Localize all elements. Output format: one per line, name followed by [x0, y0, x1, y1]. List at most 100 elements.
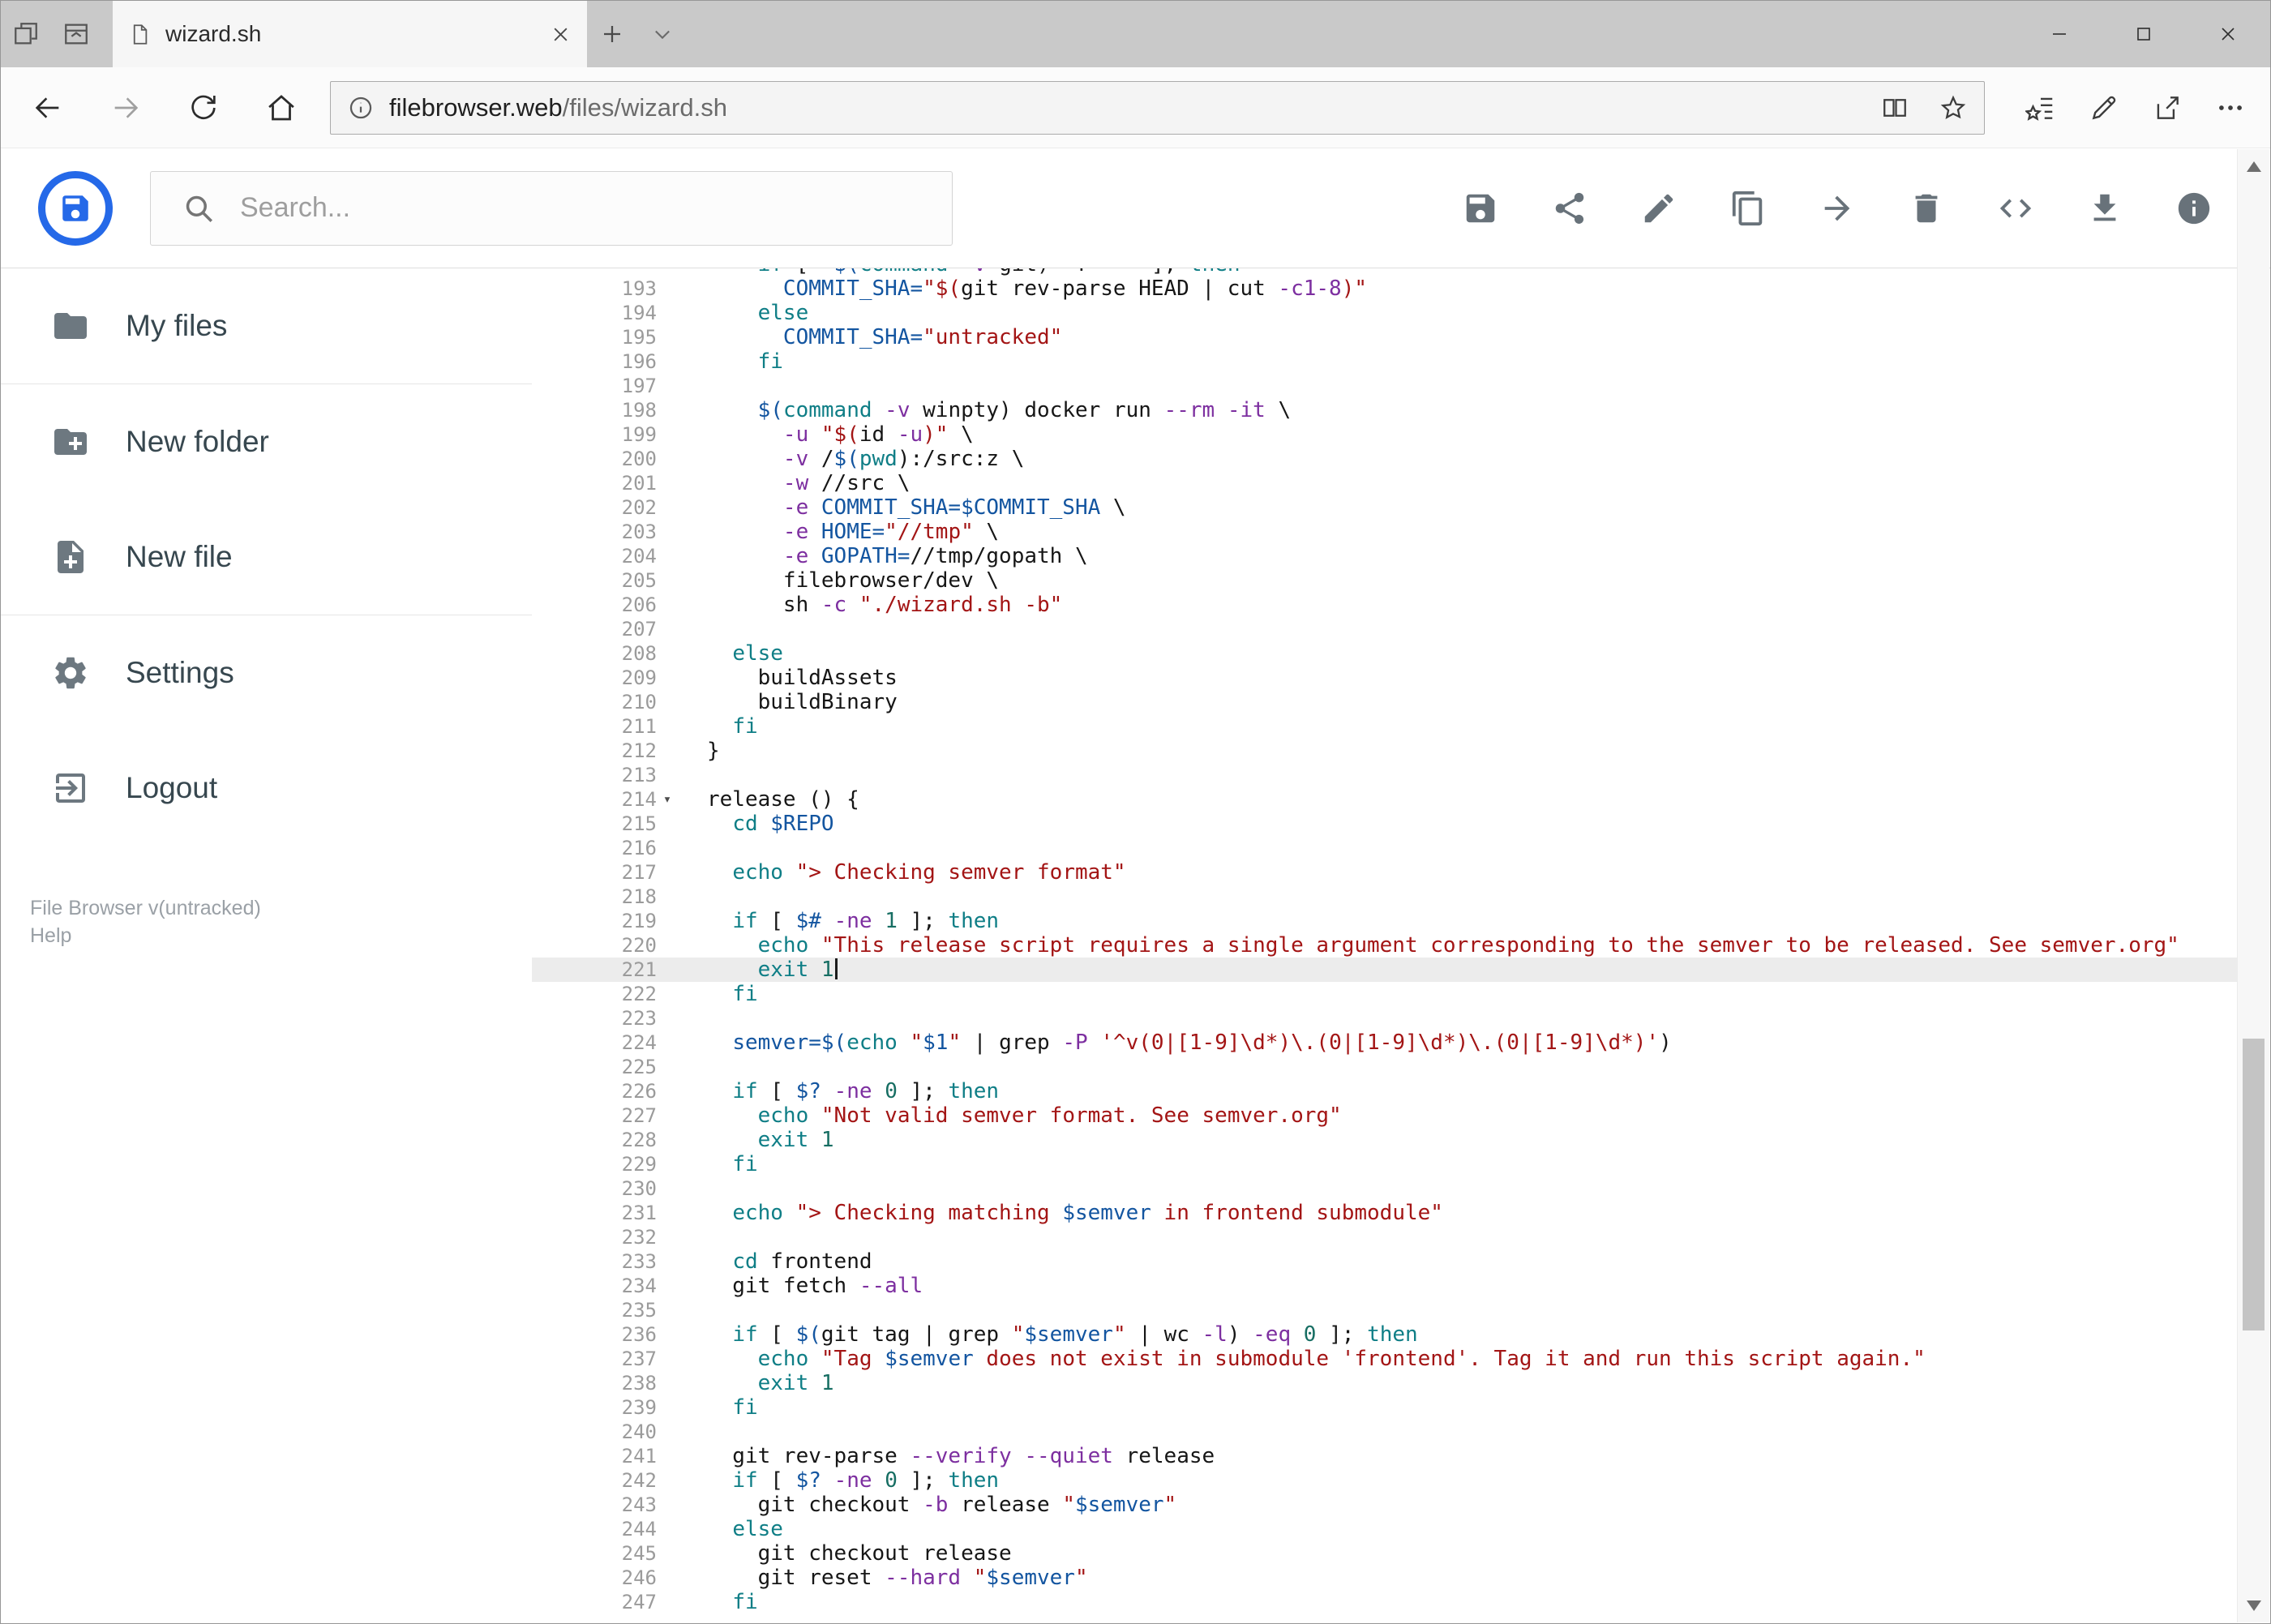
tab-preview-button[interactable] [51, 1, 101, 67]
code-line-193[interactable]: 193 COMMIT_SHA="$(git rev-parse HEAD | c… [532, 276, 2238, 301]
tab-close-icon[interactable] [551, 24, 571, 45]
code-line-236[interactable]: 236 if [ $(git tag | grep "$semver" | wc… [532, 1322, 2238, 1347]
code-line-241[interactable]: 241 git rev-parse --verify --quiet relea… [532, 1444, 2238, 1468]
code-line-198[interactable]: 198 $(command -v winpty) docker run --rm… [532, 398, 2238, 422]
code-line-200[interactable]: 200 -v /$(pwd):/src:z \ [532, 447, 2238, 471]
code-line-219[interactable]: 219 if [ $# -ne 1 ]; then [532, 909, 2238, 933]
new-tab-button[interactable] [587, 1, 637, 67]
code-line-215[interactable]: 215 cd $REPO [532, 812, 2238, 836]
code-line-234[interactable]: 234 git fetch --all [532, 1274, 2238, 1298]
code-line-222[interactable]: 222 fi [532, 982, 2238, 1006]
code-line-230[interactable]: 230 [532, 1176, 2238, 1201]
code-line-196[interactable]: 196 fi [532, 349, 2238, 374]
code-editor[interactable]: if [ "$(command -v git)" != "" ]; then19… [532, 268, 2238, 1623]
set-tabs-aside-button[interactable] [1, 1, 51, 67]
web-note-button[interactable] [2072, 67, 2136, 148]
code-line-206[interactable]: 206 sh -c "./wizard.sh -b" [532, 593, 2238, 617]
sidebar-item-new-folder[interactable]: New folder [1, 384, 532, 499]
tab-list-chevron-button[interactable] [637, 1, 688, 67]
code-line-208[interactable]: 208 else [532, 641, 2238, 666]
code-line-199[interactable]: 199 -u "$(id -u)" \ [532, 422, 2238, 447]
code-line-225[interactable]: 225 [532, 1055, 2238, 1079]
code-button[interactable] [1996, 189, 2035, 228]
code-line-229[interactable]: 229 fi [532, 1152, 2238, 1176]
code-line-223[interactable]: 223 [532, 1006, 2238, 1031]
info-button[interactable] [2175, 189, 2213, 228]
code-line-227[interactable]: 227 echo "Not valid semver format. See s… [532, 1103, 2238, 1128]
code-line-242[interactable]: 242 if [ $? -ne 0 ]; then [532, 1468, 2238, 1493]
copy-button[interactable] [1729, 189, 1768, 228]
sidebar-item-settings[interactable]: Settings [1, 615, 532, 731]
close-button[interactable] [2186, 1, 2270, 67]
browser-tab[interactable]: wizard.sh [113, 1, 587, 67]
code-line-243[interactable]: 243 git checkout -b release "$semver" [532, 1493, 2238, 1517]
code-line-245[interactable]: 245 git checkout release [532, 1541, 2238, 1566]
minimize-button[interactable] [2017, 1, 2102, 67]
search-box[interactable] [150, 170, 953, 246]
code-line-246[interactable]: 246 git reset --hard "$semver" [532, 1566, 2238, 1590]
save-button[interactable] [1461, 189, 1500, 228]
code-line-209[interactable]: 209 buildAssets [532, 666, 2238, 690]
scroll-down-button[interactable] [2238, 1588, 2269, 1622]
code-line-207[interactable]: 207 [532, 617, 2238, 641]
hub-button[interactable] [2009, 67, 2072, 148]
code-line-212[interactable]: 212} [532, 739, 2238, 763]
code-line-240[interactable]: 240 [532, 1420, 2238, 1444]
code-line-214[interactable]: 214 ▾ release () { [532, 787, 2238, 812]
code-line-218[interactable]: 218 [532, 885, 2238, 909]
code-line-213[interactable]: 213 [532, 763, 2238, 787]
code-line-244[interactable]: 244 else [532, 1517, 2238, 1541]
code-line-231[interactable]: 231 echo "> Checking matching $semver in… [532, 1201, 2238, 1225]
search-input[interactable] [238, 191, 858, 225]
share-button[interactable] [1550, 189, 1589, 228]
code-line-192[interactable]: if [ "$(command -v git)" != "" ]; then [532, 268, 2238, 276]
vertical-scrollbar[interactable] [2237, 149, 2269, 1622]
code-line-210[interactable]: 210 buildBinary [532, 690, 2238, 714]
delete-button[interactable] [1907, 189, 1946, 228]
filebrowser-logo[interactable] [38, 170, 113, 246]
code-line-228[interactable]: 228 exit 1 [532, 1128, 2238, 1152]
code-line-247[interactable]: 247 fi [532, 1590, 2238, 1614]
back-button[interactable] [9, 67, 87, 148]
code-line-232[interactable]: 232 [532, 1225, 2238, 1249]
code-line-216[interactable]: 216 [532, 836, 2238, 860]
code-line-217[interactable]: 217 echo "> Checking semver format" [532, 860, 2238, 885]
code-line-238[interactable]: 238 exit 1 [532, 1371, 2238, 1395]
scrollbar-thumb[interactable] [2243, 1039, 2265, 1330]
code-line-224[interactable]: 224 semver=$(echo "$1" | grep -P '^v(0|[… [532, 1031, 2238, 1055]
scroll-up-button[interactable] [2238, 149, 2269, 183]
code-line-211[interactable]: 211 fi [532, 714, 2238, 739]
fold-arrow-icon[interactable]: ▾ [657, 787, 678, 812]
share-button[interactable] [2136, 67, 2199, 148]
code-line-221[interactable]: 221 exit 1 [532, 958, 2238, 982]
code-line-233[interactable]: 233 cd frontend [532, 1249, 2238, 1274]
home-button[interactable] [242, 67, 320, 148]
sidebar-item-logout[interactable]: Logout [1, 731, 532, 846]
favorite-star-icon[interactable] [1939, 93, 1968, 122]
refresh-button[interactable] [165, 67, 242, 148]
code-line-237[interactable]: 237 echo "Tag $semver does not exist in … [532, 1347, 2238, 1371]
reading-view-icon[interactable] [1880, 93, 1909, 122]
code-line-239[interactable]: 239 fi [532, 1395, 2238, 1420]
code-line-197[interactable]: 197 [532, 374, 2238, 398]
code-line-194[interactable]: 194 else [532, 301, 2238, 325]
sidebar-item-new-file[interactable]: New file [1, 499, 532, 615]
code-line-203[interactable]: 203 -e HOME="//tmp" \ [532, 520, 2238, 544]
move-button[interactable] [1818, 189, 1857, 228]
code-line-205[interactable]: 205 filebrowser/dev \ [532, 568, 2238, 593]
code-line-226[interactable]: 226 if [ $? -ne 0 ]; then [532, 1079, 2238, 1103]
code-line-195[interactable]: 195 COMMIT_SHA="untracked" [532, 325, 2238, 349]
edit-button[interactable] [1639, 189, 1678, 228]
site-info-icon[interactable] [347, 94, 375, 122]
code-line-202[interactable]: 202 -e COMMIT_SHA=$COMMIT_SHA \ [532, 495, 2238, 520]
address-bar[interactable]: filebrowser.web/files/wizard.sh [330, 80, 1985, 135]
code-line-201[interactable]: 201 -w //src \ [532, 471, 2238, 495]
maximize-button[interactable] [2102, 1, 2186, 67]
sidebar-item-my-files[interactable]: My files [1, 268, 532, 384]
code-line-204[interactable]: 204 -e GOPATH=//tmp/gopath \ [532, 544, 2238, 568]
forward-button[interactable] [87, 67, 165, 148]
more-button[interactable] [2199, 67, 2262, 148]
download-button[interactable] [2085, 189, 2124, 228]
help-link[interactable]: Help [30, 922, 261, 949]
code-line-220[interactable]: 220 echo "This release script requires a… [532, 933, 2238, 958]
